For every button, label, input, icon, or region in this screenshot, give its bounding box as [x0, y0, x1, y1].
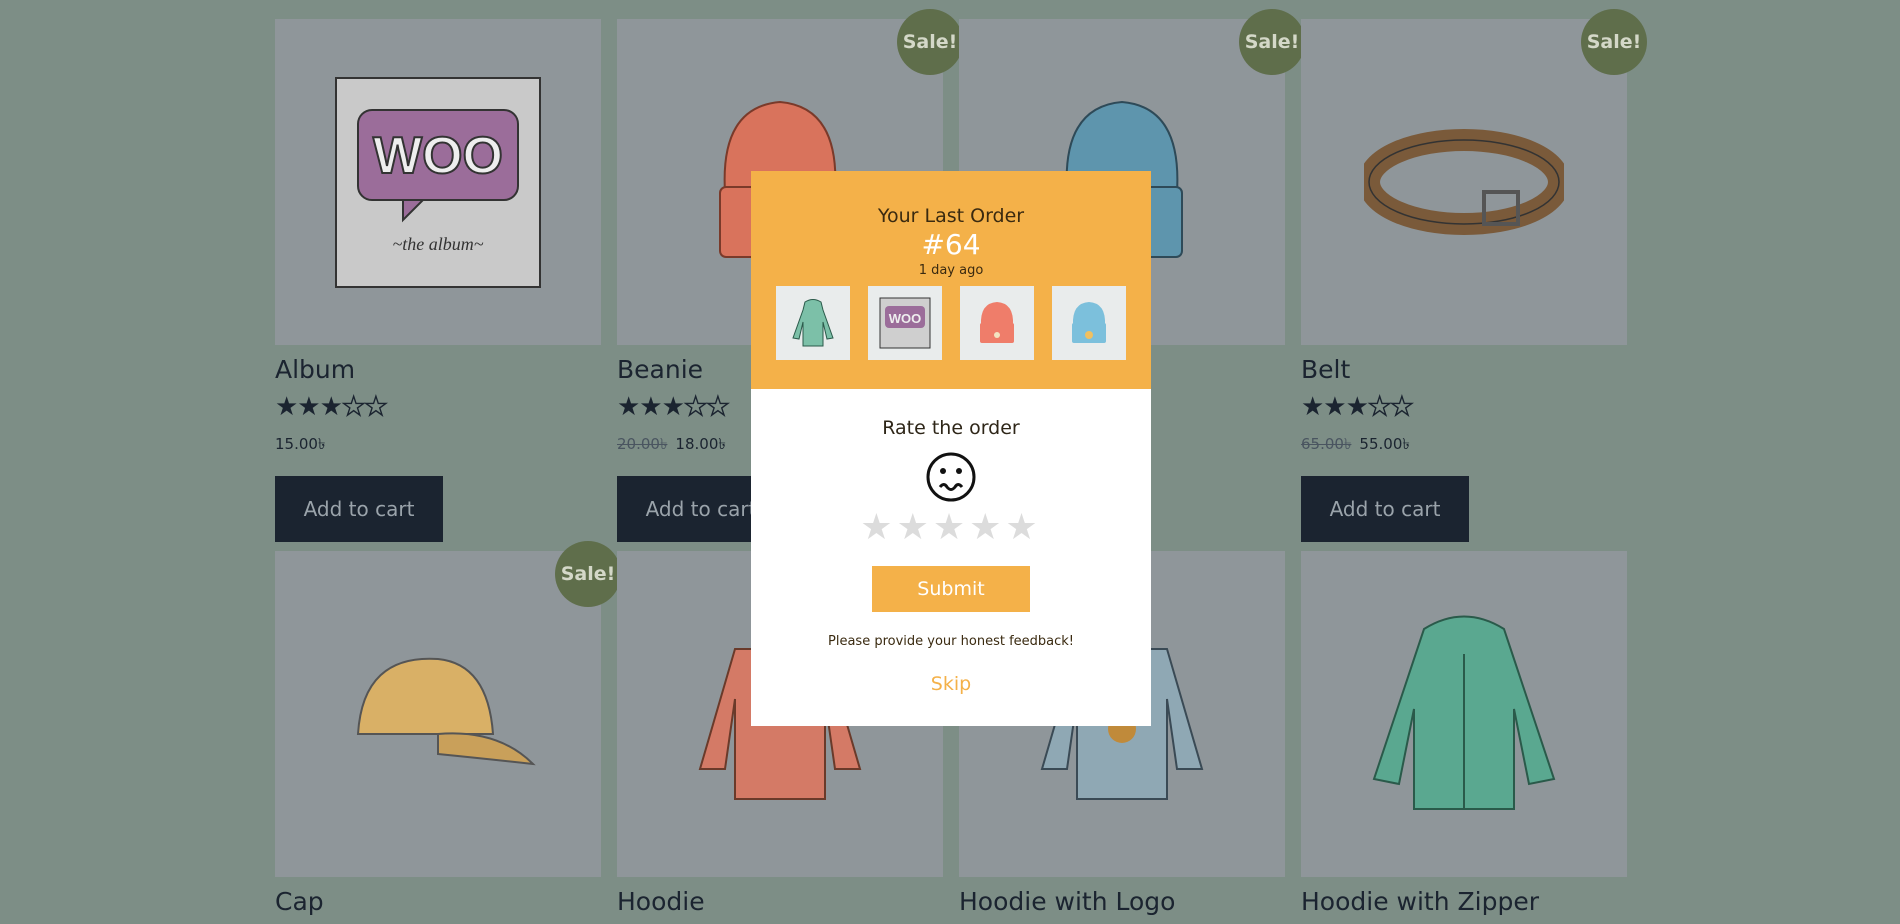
worried-face-icon — [925, 451, 977, 503]
modal-header: Your Last Order #64 1 day ago WOO — [751, 171, 1151, 389]
product-card-belt[interactable]: Sale! Belt ★★★★★ 65.00৳ 55.00৳ Add to car… — [1301, 9, 1647, 542]
product-card-hoodie-with-zipper[interactable]: Hoodie with Zipper — [1301, 551, 1627, 917]
product-card-album[interactable]: WOO ~the album~ Album ★★★★★ 15.00৳ Add t… — [275, 19, 601, 542]
product-name[interactable]: Cap — [275, 887, 601, 917]
last-order-modal: Your Last Order #64 1 day ago WOO Rate t… — [751, 171, 1151, 726]
product-price: 15.00৳ — [275, 435, 326, 453]
rating-star-2[interactable]: ★ — [897, 507, 933, 548]
beanie-blue-thumb — [1052, 286, 1126, 360]
rating-stars: ★★★★★ — [275, 392, 388, 422]
modal-body: Rate the order ★★★★★ Submit Please provi… — [751, 417, 1151, 695]
sale-badge: Sale! — [1239, 9, 1305, 75]
skip-link[interactable]: Skip — [751, 673, 1151, 695]
rating-star-4[interactable]: ★ — [969, 507, 1005, 548]
order-thumbnails: WOO — [751, 286, 1151, 360]
feedback-text: Please provide your honest feedback! — [828, 634, 1074, 649]
sale-badge: Sale! — [1581, 9, 1647, 75]
product-name[interactable]: Album — [275, 355, 601, 385]
add-to-cart-button[interactable]: Add to cart — [275, 476, 443, 542]
add-to-cart-button[interactable]: Add to cart — [1301, 476, 1469, 542]
beanie-thumb — [960, 286, 1034, 360]
rating-star-1[interactable]: ★ — [860, 507, 896, 548]
product-name[interactable]: Hoodie with Zipper — [1301, 887, 1627, 917]
album-image[interactable]: WOO ~the album~ — [275, 19, 601, 345]
rate-label: Rate the order — [882, 417, 1020, 439]
svg-text:~the album~: ~the album~ — [393, 234, 484, 254]
product-card-cap[interactable]: Sale! Cap — [275, 541, 621, 917]
belt-image[interactable]: Sale! — [1301, 9, 1647, 345]
hoodie-zipper-image[interactable] — [1301, 551, 1627, 877]
sale-badge: Sale! — [897, 9, 963, 75]
product-price: 65.00৳ 55.00৳ — [1301, 435, 1410, 453]
modal-title: Your Last Order — [877, 205, 1025, 227]
sale-badge: Sale! — [555, 541, 621, 607]
product-name[interactable]: Hoodie — [617, 887, 943, 917]
rating-star-5[interactable]: ★ — [1005, 507, 1041, 548]
product-name[interactable]: Hoodie with Logo — [959, 887, 1285, 917]
submit-button[interactable]: Submit — [872, 566, 1030, 612]
cap-image[interactable]: Sale! — [275, 541, 621, 877]
hoodie-zipper-thumb — [776, 286, 850, 360]
svg-text:WOO: WOO — [889, 311, 922, 326]
order-number: #64 — [921, 228, 981, 261]
rating-star-3[interactable]: ★ — [933, 507, 969, 548]
svg-text:WOO: WOO — [373, 127, 503, 185]
album-thumb: WOO — [868, 286, 942, 360]
product-name[interactable]: Belt — [1301, 355, 1627, 385]
rating-stars: ★★★★★ — [1301, 392, 1414, 422]
order-time: 1 day ago — [918, 263, 984, 278]
star-rating-input[interactable]: ★★★★★ — [751, 507, 1151, 548]
